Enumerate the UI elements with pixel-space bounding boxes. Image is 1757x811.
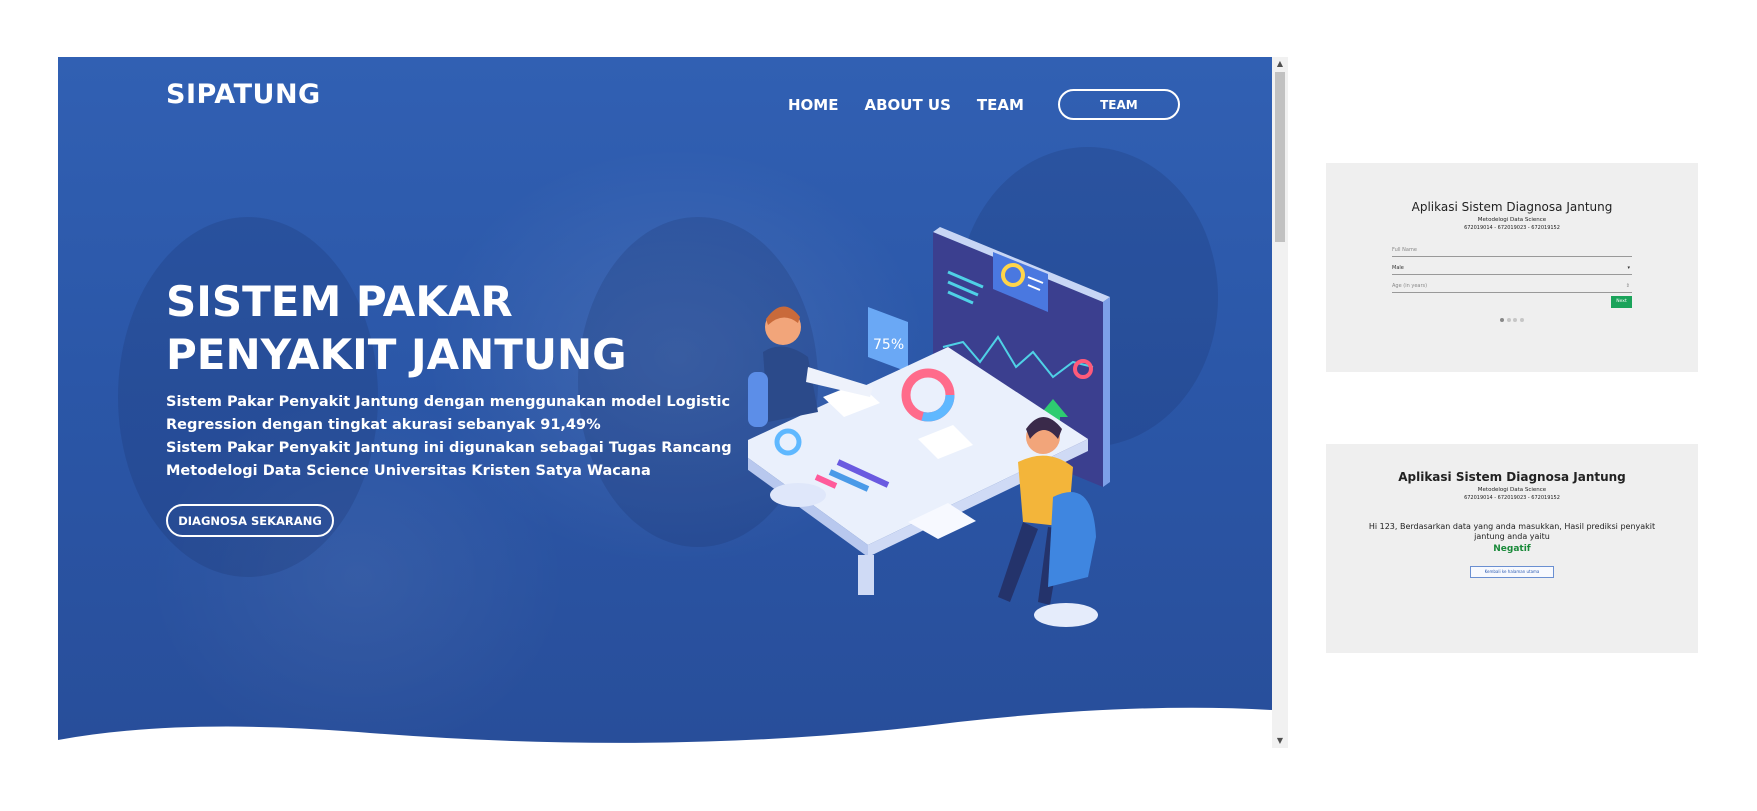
hero-bottom-wave	[58, 707, 1272, 748]
percentage-label: 75%	[873, 337, 904, 353]
step-dot-2	[1506, 318, 1511, 322]
result-subtitle: Metodelogi Data Science	[1477, 487, 1547, 493]
result-message: Hi 123, Berdasarkan data yang anda masuk…	[1368, 522, 1656, 541]
sex-select-value: Male	[1392, 265, 1404, 271]
hero-title-line1: SISTEM PAKAR	[166, 277, 513, 326]
preview-diagnosis-form: Aplikasi Sistem Diagnosa Jantung Metodel…	[1326, 163, 1698, 372]
diagnosis-form: Full Name Male ▾ Age (in years) ⇕ Next	[1392, 244, 1632, 308]
team-button[interactable]: TEAM	[1057, 89, 1180, 120]
percentage-card: 75%	[868, 307, 908, 372]
vertical-scrollbar[interactable]: ▲ ▼	[1272, 57, 1288, 748]
result-app-title: Aplikasi Sistem Diagnosa Jantung	[1398, 470, 1626, 484]
form-subtitle: Metodelogi Data Science	[1477, 217, 1547, 223]
full-name-input[interactable]: Full Name	[1392, 244, 1632, 257]
triangle-up-icon[interactable]: ▲	[1272, 57, 1288, 71]
form-student-ids: 672019014 - 672019023 - 672019152	[1464, 225, 1560, 231]
nav-about-us[interactable]: ABOUT US	[864, 96, 950, 114]
hero-section: SIPATUNG HOME ABOUT US TEAM TEAM SISTEM …	[58, 57, 1272, 748]
result-student-ids: 672019014 - 672019023 - 672019152	[1464, 495, 1560, 501]
brand-logo[interactable]: SIPATUNG	[166, 79, 321, 110]
hero-desc-line2: Regression dengan tingkat akurasi sebany…	[166, 417, 601, 433]
next-button[interactable]: Next	[1611, 296, 1632, 308]
main-nav: HOME ABOUT US TEAM TEAM	[788, 89, 1180, 120]
spinner-icon[interactable]: ⇕	[1626, 280, 1630, 292]
sex-select[interactable]: Male ▾	[1392, 262, 1632, 275]
step-dot-1	[1500, 318, 1504, 322]
triangle-down-icon[interactable]: ▼	[1272, 734, 1288, 748]
step-dot-3	[1513, 318, 1517, 322]
back-home-button[interactable]: Kembali ke halaman utama	[1470, 566, 1554, 578]
nav-team[interactable]: TEAM	[977, 96, 1024, 114]
browser-window: SIPATUNG HOME ABOUT US TEAM TEAM SISTEM …	[58, 57, 1288, 748]
hero-description: Sistem Pakar Penyakit Jantung dengan men…	[166, 391, 736, 483]
hero-desc-line3: Sistem Pakar Penyakit Jantung ini diguna…	[166, 440, 732, 456]
hero-title: SISTEM PAKAR PENYAKIT JANTUNG	[166, 275, 726, 381]
form-app-title: Aplikasi Sistem Diagnosa Jantung	[1411, 200, 1613, 214]
preview-diagnosis-result: Aplikasi Sistem Diagnosa Jantung Metodel…	[1326, 444, 1698, 653]
step-indicator	[1500, 318, 1526, 322]
nav-home[interactable]: HOME	[788, 96, 838, 114]
age-input[interactable]: Age (in years) ⇕	[1392, 280, 1632, 293]
diagnose-now-button[interactable]: DIAGNOSA SEKARANG	[166, 504, 334, 537]
chevron-down-icon: ▾	[1627, 265, 1630, 271]
hero-desc-line1: Sistem Pakar Penyakit Jantung dengan men…	[166, 394, 731, 410]
meeting-illustration: 75%	[748, 227, 1110, 627]
age-placeholder: Age (in years)	[1392, 283, 1428, 289]
hero-desc-line4: Metodelogi Data Science Universitas Kris…	[166, 463, 651, 479]
result-value: Negatif	[1493, 544, 1531, 554]
scroll-thumb[interactable]	[1275, 72, 1285, 242]
step-dot-4	[1519, 318, 1524, 322]
hero-title-line2: PENYAKIT JANTUNG	[166, 330, 627, 379]
